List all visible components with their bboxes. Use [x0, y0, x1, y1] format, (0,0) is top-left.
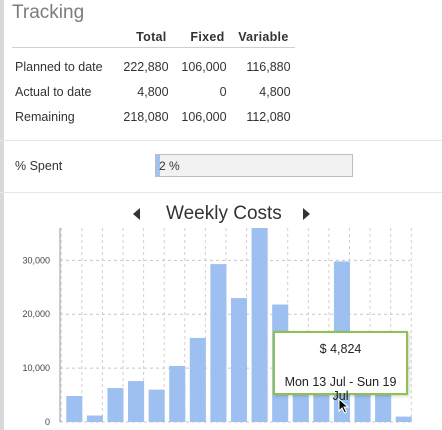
y-tick-label: 10,000	[22, 363, 50, 373]
next-arrow-icon[interactable]	[303, 208, 310, 220]
spent-progress-bar: 2 %	[155, 154, 353, 177]
row-label: Planned to date	[15, 59, 103, 74]
cell-fixed: 106,000	[181, 59, 227, 74]
chart-bar	[86, 415, 103, 422]
table-row: Remaining 218,080 106,000 112,080	[12, 104, 295, 129]
chart-header: Weekly Costs	[0, 201, 442, 227]
cell-total: 218,080	[123, 109, 169, 124]
progress-text: 2 %	[159, 159, 180, 173]
spent-label: % Spent	[15, 159, 63, 173]
header-total: Total	[136, 30, 167, 44]
row-label: Actual to date	[15, 84, 92, 99]
chart-bar	[148, 389, 165, 422]
cell-fixed: 106,000	[181, 109, 227, 124]
tracking-header-row: Total Fixed Variable	[12, 27, 295, 48]
header-blank	[12, 27, 111, 48]
chart-title: Weekly Costs	[166, 203, 282, 224]
chart-bar	[210, 264, 227, 422]
section-title: Tracking	[12, 2, 85, 23]
tracking-table: Total Fixed Variable Planned to date 222…	[12, 27, 295, 129]
section-divider	[0, 140, 442, 141]
cell-fixed: 0	[219, 84, 227, 99]
cell-total: 4,800	[137, 84, 169, 99]
chart-bar	[107, 388, 124, 422]
chart-bar	[66, 396, 83, 422]
header-variable: Variable	[238, 30, 289, 44]
chart-bar	[189, 337, 206, 422]
chart-bar	[169, 365, 186, 422]
y-tick-label: 0	[45, 417, 50, 427]
previous-arrow-icon[interactable]	[133, 208, 140, 220]
row-label: Remaining	[15, 109, 75, 124]
chart-bar	[395, 416, 412, 422]
table-row: Planned to date 222,880 106,000 116,880	[12, 48, 295, 80]
cell-variable: 112,080	[246, 109, 291, 124]
mouse-pointer-icon	[338, 398, 350, 414]
y-tick-label: 30,000	[22, 255, 50, 265]
chart-bar	[128, 381, 145, 422]
chart-tooltip: $ 4,824 Mon 13 Jul - Sun 19 Jul	[273, 331, 408, 403]
cell-total: 222,880	[123, 59, 169, 74]
cell-variable: 116,880	[246, 59, 291, 74]
chart-bar	[230, 298, 248, 422]
tooltip-amount: $ 4,824	[319, 342, 362, 356]
table-row: Actual to date 4,800 0 4,800	[12, 79, 295, 104]
cell-variable: 4,800	[259, 84, 291, 99]
header-fixed: Fixed	[190, 30, 225, 44]
chart-bar	[251, 228, 268, 422]
y-tick-label: 20,000	[22, 309, 50, 319]
section-divider	[0, 192, 442, 193]
